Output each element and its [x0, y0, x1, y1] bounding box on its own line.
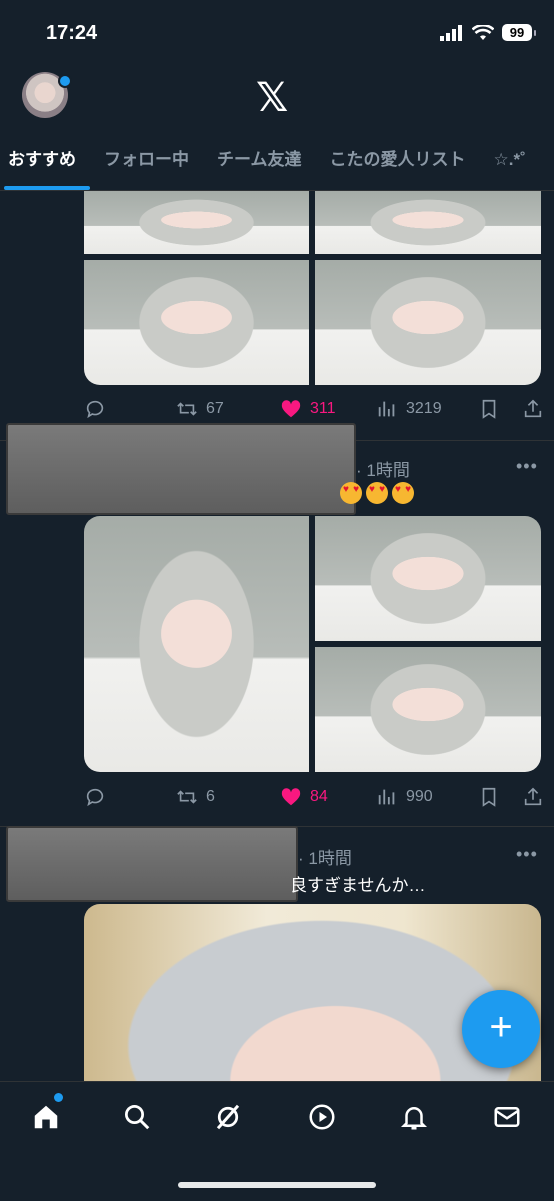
notification-dot — [58, 74, 72, 88]
search-icon[interactable] — [122, 1102, 152, 1132]
grok-icon[interactable] — [213, 1102, 243, 1132]
tab-list[interactable]: こたの愛人リスト — [316, 134, 480, 190]
like-button[interactable]: 311 — [280, 398, 376, 420]
share-button[interactable] — [522, 398, 544, 420]
bell-icon[interactable] — [399, 1102, 429, 1132]
bookmark-button[interactable] — [478, 398, 522, 420]
post-3-time: · 1時間 — [298, 849, 352, 868]
views-icon — [378, 789, 395, 805]
home-icon[interactable] — [31, 1102, 61, 1132]
video-icon[interactable] — [307, 1102, 337, 1132]
share-button[interactable] — [522, 786, 544, 808]
views-button[interactable]: 990 — [376, 786, 478, 808]
reply-button[interactable] — [84, 786, 176, 808]
timeline-tabs: おすすめ フォロー中 チーム友達 こたの愛人リスト ☆.*˚ — [0, 134, 554, 191]
battery-indicator: 99 — [502, 24, 536, 41]
signal-icon — [440, 24, 462, 41]
wifi-icon — [472, 24, 494, 40]
share-icon — [524, 787, 542, 806]
tab-following[interactable]: フォロー中 — [90, 134, 203, 190]
post-2-time: · 1時間 — [356, 461, 410, 480]
view-count: 3219 — [406, 400, 442, 417]
repost-count: 6 — [206, 788, 215, 805]
views-button[interactable]: 3219 — [376, 398, 478, 420]
post-2-photo-2[interactable] — [315, 516, 541, 641]
heart-icon — [281, 788, 301, 806]
bookmark-icon — [482, 787, 496, 807]
redacted-user-info — [6, 826, 298, 902]
repost-icon — [177, 402, 197, 416]
post-2-photo-3[interactable] — [315, 647, 541, 772]
repost-button[interactable]: 67 — [176, 398, 280, 420]
post-1-photo-2[interactable] — [315, 191, 541, 254]
heart-eyes-emoji — [340, 482, 362, 504]
views-icon — [378, 401, 395, 417]
reply-button[interactable] — [84, 398, 176, 420]
post-1-photo-3[interactable] — [84, 260, 309, 385]
reply-icon — [86, 788, 104, 807]
heart-icon — [281, 400, 301, 418]
home-indicator[interactable] — [178, 1182, 376, 1188]
post-1-photo-4[interactable] — [315, 260, 541, 385]
compose-post-button[interactable]: + — [462, 990, 540, 1068]
post-2-emojis — [340, 482, 418, 504]
post-2-actions: 6 84 990 — [84, 783, 544, 811]
post-1-actions: 67 311 3219 — [84, 395, 544, 423]
post-1-photo-1[interactable] — [84, 191, 309, 254]
status-time: 17:24 — [46, 22, 98, 44]
like-count: 84 — [310, 788, 328, 805]
redacted-user-info — [6, 423, 356, 515]
repost-button[interactable]: 6 — [176, 786, 280, 808]
repost-icon — [177, 790, 197, 804]
repost-count: 67 — [206, 400, 224, 417]
like-count: 311 — [310, 400, 336, 417]
heart-eyes-emoji — [392, 482, 414, 504]
bookmark-icon — [482, 399, 496, 419]
more-options-icon[interactable]: ••• — [516, 456, 538, 477]
more-options-icon[interactable]: ••• — [516, 844, 538, 865]
tab-sparkle-list[interactable]: ☆.*˚ — [480, 134, 540, 190]
status-icons: 99 — [440, 24, 536, 41]
post-2-photo-1[interactable] — [84, 516, 309, 772]
view-count: 990 — [406, 788, 433, 805]
like-button[interactable]: 84 — [280, 786, 376, 808]
tab-team-friends[interactable]: チーム友達 — [203, 134, 316, 190]
mail-icon[interactable] — [492, 1102, 522, 1132]
share-icon — [524, 399, 542, 418]
heart-eyes-emoji — [366, 482, 388, 504]
post-3-text: 良すぎませんか… — [290, 876, 426, 895]
tab-recommended[interactable]: おすすめ — [0, 134, 90, 190]
home-notification-dot — [54, 1093, 63, 1102]
bookmark-button[interactable] — [478, 786, 522, 808]
reply-icon — [86, 400, 104, 419]
x-logo[interactable]: 𝕏 — [256, 78, 288, 118]
